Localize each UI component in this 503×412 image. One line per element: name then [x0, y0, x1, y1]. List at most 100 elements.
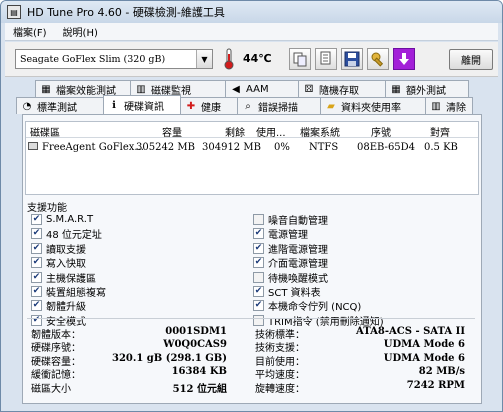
red-cross-icon: ✚ [186, 100, 196, 112]
tab-random-access[interactable]: ⚄ 隨機存取 [298, 80, 386, 97]
tab-benchmark[interactable]: ◔ 標準測試 [16, 97, 104, 114]
feature-checkbox: ✔ [31, 214, 42, 225]
feature-label: 噪音自動管理 [268, 216, 328, 227]
row-alignment: 0.5 KB [424, 142, 458, 153]
feature-label: S.M.A.R.T [46, 214, 94, 225]
save-button[interactable] [341, 48, 363, 70]
feature-left-1: ✔ 48 位元定址 [31, 227, 102, 242]
feature-checkbox: ✔ [31, 314, 42, 326]
floppy-save-icon [344, 51, 360, 67]
feature-label: 裝置組態複寫 [46, 288, 106, 299]
feature-label: 韌體升級 [46, 302, 86, 314]
tab-aam[interactable]: ◀ AAM [225, 80, 299, 97]
feature-label: 寫入快取 [46, 259, 86, 271]
partition-list[interactable]: 磁碟區 容量 剩餘 使用... 檔案系統 序號 對齊 FreeAgent GoF… [25, 121, 479, 195]
row-capacity: 305242 MB [136, 142, 195, 153]
drive-icon [28, 142, 38, 150]
info-value: 320.1 gB (298.1 GB) [112, 352, 227, 364]
tab-folder-usage[interactable]: ▰ 資料夾使用率 [320, 97, 426, 114]
info-panel: 磁碟區 容量 剩餘 使用... 檔案系統 序號 對齊 FreeAgent GoF… [22, 114, 482, 404]
feature-label: SCT 資料表 [268, 288, 321, 299]
feature-label: 主機保護區 [46, 273, 96, 285]
feature-checkbox: ✔ [253, 228, 264, 240]
feature-checkbox: ✔ [31, 228, 42, 240]
feature-right-1: ✔ 電源管理 [253, 227, 308, 242]
speaker-icon: ◀ [232, 83, 240, 95]
chart-icon: ▥ [136, 83, 146, 95]
feature-right-3: ✔ 介面電源管理 [253, 256, 328, 271]
copy-info-button[interactable] [289, 48, 311, 70]
menu-bar: 檔案(F) 說明(H) [5, 23, 498, 41]
col-serial[interactable]: 序號 [371, 124, 391, 139]
feature-label: 電源管理 [268, 230, 308, 242]
info-label: 旋轉速度： [255, 383, 305, 395]
info-icon: ℹ [112, 99, 116, 111]
thermometer-icon [224, 48, 234, 70]
col-filesystem[interactable]: 檔案系統 [300, 124, 340, 139]
feature-label: 讀取支援 [46, 244, 86, 256]
info-label: 磁區大小 [31, 383, 71, 395]
copy-text-button[interactable] [315, 48, 337, 70]
title-bar: ▤ HD Tune Pro 4.60 - 硬碟檢測-維護工具 [1, 1, 502, 23]
feature-left-4: ✔ 主機保護區 [31, 271, 96, 285]
drive-select-value: Seagate GoFlex Slim (320 gB) [20, 53, 166, 65]
row-serial: 08EB-65D4 [357, 142, 416, 153]
arrow-down-icon [399, 53, 409, 65]
tab-info[interactable]: ℹ 硬碟資訊 [103, 95, 181, 114]
exit-button[interactable]: 離開 [449, 49, 493, 70]
info-value: W0Q0CAS9 [163, 339, 227, 351]
feature-checkbox: ✔ [31, 271, 42, 283]
window-title: HD Tune Pro 4.60 - 硬碟檢測-維護工具 [27, 6, 225, 19]
feature-left-0: ✔ S.M.A.R.T [31, 213, 93, 226]
feature-checkbox [253, 314, 264, 326]
tab-erase[interactable]: ▥ 清除 [425, 97, 473, 114]
tab-row-bottom: ◔ 標準測試 ℹ 硬碟資訊 ✚ 健康 ⌕ 錯誤掃描 ▰ 資料夾使用率 ▥ 清除 [16, 95, 473, 114]
tab-extra-tests[interactable]: ▦ 額外測試 [385, 80, 469, 97]
wrench-icon [371, 52, 384, 67]
info-value: UDMA Mode 6 [383, 352, 465, 364]
col-volume[interactable]: 磁碟區 [30, 124, 60, 139]
col-used[interactable]: 使用... [256, 124, 286, 139]
col-alignment[interactable]: 對齊 [430, 124, 450, 139]
options-button[interactable] [367, 48, 389, 70]
partition-row[interactable]: FreeAgent GoFlex... 305242 MB 304912 MB … [26, 140, 478, 156]
row-free: 304912 MB [202, 142, 261, 153]
feature-checkbox: ✔ [253, 242, 264, 254]
feature-checkbox: ✔ [31, 242, 42, 254]
menu-help[interactable]: 說明(H) [55, 24, 106, 39]
info-value: ATA8-ACS - SATA II [356, 326, 465, 337]
info-value: 16384 KB [171, 366, 227, 378]
feature-label: 本機命令佇列 (NCQ) [268, 302, 362, 314]
col-capacity[interactable]: 容量 [162, 124, 182, 139]
feature-checkbox: ✔ [253, 300, 264, 312]
divider [27, 318, 475, 319]
app-window: ▤ HD Tune Pro 4.60 - 硬碟檢測-維護工具 檔案(F) 說明(… [0, 0, 503, 412]
grid-icon: ▦ [41, 83, 51, 95]
feature-label: 48 位元定址 [46, 230, 102, 242]
feature-right-0: 噪音自動管理 [253, 213, 328, 227]
feature-left-2: ✔ 讀取支援 [31, 242, 86, 256]
gauge-icon: ◔ [22, 100, 32, 112]
feature-left-6: ✔ 韌體升級 [31, 299, 86, 314]
feature-right-5: ✔ SCT 資料表 [253, 285, 321, 299]
menu-file[interactable]: 檔案(F) [5, 24, 55, 39]
feature-checkbox: ✔ [31, 257, 42, 269]
feature-checkbox: ✔ [253, 257, 264, 269]
toolbar: Seagate GoFlex Slim (320 gB) ▼ 44℃ 離開 [5, 42, 498, 77]
row-volume: FreeAgent GoFlex... [42, 142, 144, 153]
folder-icon: ▰ [327, 100, 335, 112]
document-copy-icon [320, 51, 331, 65]
tab-error-scan[interactable]: ⌕ 錯誤掃描 [237, 97, 321, 114]
drive-select[interactable]: Seagate GoFlex Slim (320 gB) ▼ [15, 49, 213, 69]
feature-label: 待機喚醒模式 [268, 273, 328, 285]
col-free[interactable]: 剩餘 [225, 124, 245, 139]
tab-health[interactable]: ✚ 健康 [180, 97, 238, 114]
features-heading: 支援功能 [27, 203, 67, 214]
chevron-down-icon[interactable]: ▼ [196, 50, 212, 68]
feature-left-7: ✔ 安全模式 [31, 314, 86, 328]
download-button[interactable] [393, 48, 415, 70]
feature-label: 介面電源管理 [268, 259, 328, 271]
copy-icon [293, 52, 307, 67]
grid-icon: ▦ [391, 83, 401, 95]
feature-checkbox: ✔ [253, 286, 264, 297]
